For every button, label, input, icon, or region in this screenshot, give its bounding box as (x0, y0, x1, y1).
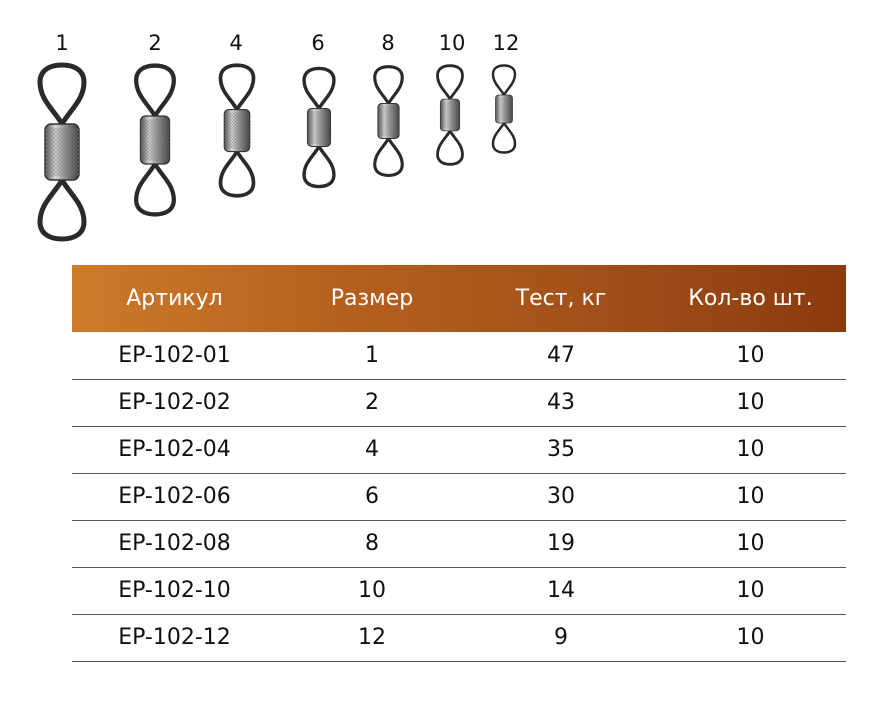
swivel-icon (134, 63, 176, 217)
cell-quantity: 10 (655, 614, 846, 662)
cell-article: EP-102-06 (72, 473, 277, 521)
swivel-icon (491, 64, 517, 154)
cell-quantity: 10 (655, 520, 846, 568)
cell-test: 14 (467, 567, 655, 615)
cell-size: 1 (277, 332, 467, 380)
size-label: 10 (438, 31, 466, 55)
cell-size: 2 (277, 379, 467, 427)
cell-size: 4 (277, 426, 467, 474)
cell-article: EP-102-04 (72, 426, 277, 474)
cell-quantity: 10 (655, 473, 846, 521)
size-label: 8 (381, 31, 395, 55)
cell-test: 43 (467, 379, 655, 427)
cell-article: EP-102-01 (72, 332, 277, 380)
cell-size: 6 (277, 473, 467, 521)
cell-article: EP-102-12 (72, 614, 277, 662)
swivel-icon (37, 62, 87, 242)
table-row: EP-102-10 10 14 10 (72, 567, 846, 615)
swivel-icon (373, 65, 404, 177)
size-label: 12 (492, 31, 520, 55)
size-label: 4 (229, 31, 243, 55)
size-label: 1 (55, 31, 69, 55)
cell-article: EP-102-08 (72, 520, 277, 568)
table-row: EP-102-12 12 9 10 (72, 614, 846, 662)
header-quantity: Кол-во шт. (688, 286, 813, 311)
cell-test: 9 (467, 614, 655, 662)
cell-article: EP-102-02 (72, 379, 277, 427)
cell-size: 8 (277, 520, 467, 568)
swivel-icon (302, 66, 336, 189)
cell-test: 30 (467, 473, 655, 521)
table-row: EP-102-08 8 19 10 (72, 520, 846, 568)
table-header-row: Артикул Размер Тест, кг Кол-во шт. (72, 265, 846, 332)
cell-test: 35 (467, 426, 655, 474)
swivel-icon (436, 64, 464, 166)
cell-size: 10 (277, 567, 467, 615)
header-size: Размер (330, 286, 414, 311)
table-row: EP-102-02 2 43 10 (72, 379, 846, 427)
spec-table: Артикул Размер Тест, кг Кол-во шт. EP-10… (72, 265, 846, 662)
spec-table-container: Артикул Размер Тест, кг Кол-во шт. EP-10… (72, 265, 846, 662)
table-row: EP-102-06 6 30 10 (72, 473, 846, 521)
cell-quantity: 10 (655, 426, 846, 474)
cell-test: 19 (467, 520, 655, 568)
swivel-illustration: 1 2 4 6 8 10 12 (0, 0, 872, 250)
cell-article: EP-102-10 (72, 567, 277, 615)
cell-quantity: 10 (655, 379, 846, 427)
cell-test: 47 (467, 332, 655, 380)
table-row: EP-102-01 1 47 10 (72, 332, 846, 380)
swivel-icon (218, 63, 256, 198)
size-label: 6 (311, 31, 325, 55)
cell-size: 12 (277, 614, 467, 662)
size-label: 2 (148, 31, 162, 55)
table-row: EP-102-04 4 35 10 (72, 426, 846, 474)
header-article: Артикул (126, 286, 223, 311)
cell-quantity: 10 (655, 567, 846, 615)
cell-quantity: 10 (655, 332, 846, 380)
header-test-kg: Тест, кг (515, 286, 607, 311)
